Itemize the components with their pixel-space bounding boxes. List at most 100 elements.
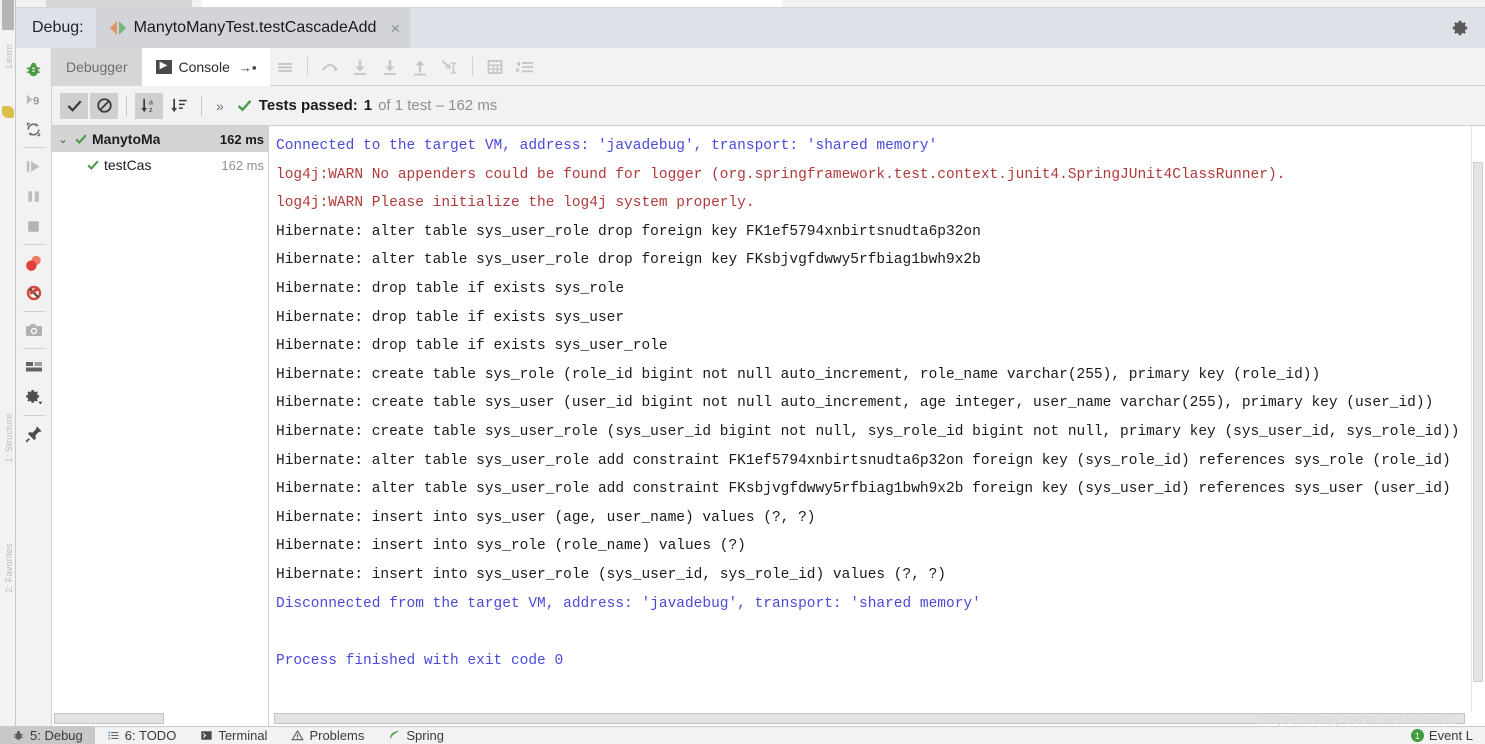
editor-tab-ghost-1	[46, 0, 192, 7]
test-tree-row-suite[interactable]: ⌄ ManytoMa 162 ms	[52, 126, 268, 152]
console-line: Hibernate: insert into sys_user (age, us…	[276, 509, 816, 526]
sort-alphabetically-icon[interactable]: a z	[135, 92, 163, 119]
debug-content-tabs: Debugger ▶ Console →▪	[52, 48, 1485, 86]
console-output-panel[interactable]: Connected to the target VM, address: 'ja…	[270, 126, 1485, 726]
test-tree[interactable]: ⌄ ManytoMa 162 ms testCas 162 ms	[52, 126, 269, 726]
status-bar-label-spring: Spring	[406, 728, 444, 743]
console-icon: ▶	[155, 60, 172, 74]
test-suite-duration: 162 ms	[219, 131, 264, 147]
editor-tabs-remnant	[16, 0, 1485, 8]
step-into-icon[interactable]	[345, 48, 375, 85]
run-tab-title: ManytoManyTest.testCascadeAdd	[133, 19, 377, 36]
status-bar-item-todo[interactable]: 6: TODO	[95, 727, 189, 744]
status-bar-label-debug: 5: Debug	[30, 728, 83, 743]
status-bar-label-todo: 6: TODO	[124, 728, 177, 743]
toolbar-divider	[126, 95, 127, 116]
mute-breakpoints-icon[interactable]	[20, 278, 48, 308]
status-bar-item-debug[interactable]: 5: Debug	[0, 726, 95, 744]
console-vertical-scrollbar[interactable]	[1471, 126, 1485, 712]
status-bar-label-terminal: Terminal	[218, 728, 268, 743]
rail-divider	[22, 415, 45, 416]
console-line: Hibernate: alter table sys_user_role dro…	[276, 223, 981, 240]
console-line: Connected to the target VM, address: 'ja…	[276, 138, 938, 154]
left-strip-tab-learn[interactable]: Learn	[1, 21, 15, 91]
run-to-cursor-icon[interactable]	[435, 48, 465, 85]
status-bar-item-problems[interactable]: Problems	[279, 727, 376, 744]
test-case-duration: 162 ms	[221, 157, 264, 173]
test-results-toolbar: a z » Tests passed: 1 of 1 test – 162 ms	[52, 86, 1485, 126]
svg-text:z: z	[149, 106, 153, 114]
test-tree-row-case[interactable]: testCas 162 ms	[52, 152, 268, 178]
view-breakpoints-icon[interactable]	[20, 248, 48, 278]
pause-program-icon[interactable]	[20, 181, 48, 211]
console-line: log4j:WARN Please initialize the log4j s…	[276, 195, 755, 212]
warning-icon	[291, 729, 305, 741]
status-bar-item-spring[interactable]: Spring	[376, 727, 456, 744]
console-text-area[interactable]: Connected to the target VM, address: 'ja…	[270, 126, 1471, 712]
console-line: Hibernate: create table sys_user_role (s…	[276, 423, 1460, 440]
close-icon[interactable]: ×	[390, 20, 400, 37]
hide-passed-icon[interactable]	[60, 92, 88, 119]
maven-icon[interactable]	[2, 106, 14, 118]
camera-icon[interactable]	[20, 315, 48, 345]
editor-tab-ghost-2	[202, 0, 782, 7]
status-bar-label-problems: Problems	[309, 728, 365, 743]
rail-divider	[22, 348, 45, 349]
left-strip-tab-structure[interactable]: 1: Structure	[1, 403, 15, 473]
status-bar-item-event-log[interactable]: 1 Event L	[1399, 727, 1485, 744]
test-passed-check-icon	[86, 158, 104, 172]
console-line: Hibernate: create table sys_role (role_i…	[276, 366, 1321, 383]
run-configuration-tab[interactable]: ManytoManyTest.testCascadeAdd ×	[95, 8, 411, 48]
toolbar-divider	[201, 95, 202, 116]
settings-gear-icon[interactable]	[20, 382, 48, 412]
tab-console[interactable]: ▶ Console →▪	[141, 48, 271, 86]
rerun-icon[interactable]	[20, 114, 48, 144]
show-arguments-icon[interactable]	[510, 48, 540, 85]
step-over-icon[interactable]	[315, 48, 345, 85]
pin-icon[interactable]	[20, 419, 48, 449]
pin-tab-icon[interactable]: →▪	[239, 60, 257, 75]
gear-icon[interactable]	[1451, 19, 1469, 37]
resume-program-icon[interactable]	[20, 151, 48, 181]
force-step-into-icon[interactable]	[375, 48, 405, 85]
idea-debug-window: Learn 1: Structure 2: Favorites Debug: M…	[0, 0, 1485, 744]
evaluate-expression-icon[interactable]	[480, 48, 510, 85]
chevron-down-icon[interactable]: ⌄	[52, 133, 74, 146]
sort-duration-icon[interactable]	[165, 93, 193, 119]
tests-passed-label: Tests passed:	[258, 97, 358, 114]
tab-debugger-label: Debugger	[66, 59, 128, 75]
stop-icon[interactable]	[20, 211, 48, 241]
left-strip-tab-favorites[interactable]: 2: Favorites	[1, 533, 15, 603]
left-tool-strip: Learn 1: Structure 2: Favorites	[0, 0, 16, 744]
toolbar-overflow-button[interactable]: »	[210, 98, 230, 114]
test-passed-check-icon	[237, 100, 252, 112]
console-line: Disconnected from the target VM, address…	[276, 595, 981, 612]
toolbar-divider	[307, 57, 309, 76]
console-line: Process finished with exit code 0	[276, 652, 564, 669]
console-line: Hibernate: drop table if exists sys_user	[276, 309, 625, 326]
toolbar-divider	[472, 57, 474, 76]
test-tree-horizontal-scrollbar[interactable]	[54, 713, 164, 724]
status-bar-label-event-log: Event L	[1428, 728, 1473, 743]
console-line: Hibernate: insert into sys_user_role (sy…	[276, 566, 947, 583]
console-line: Hibernate: drop table if exists sys_user…	[276, 338, 668, 355]
spring-icon	[390, 730, 400, 740]
tab-debugger[interactable]: Debugger	[52, 48, 142, 86]
test-suite-name: ManytoMa	[92, 131, 161, 147]
console-horizontal-scroll-thumb[interactable]	[274, 713, 1465, 724]
terminal-icon	[201, 731, 213, 740]
step-out-icon[interactable]	[405, 48, 435, 85]
ignore-tests-icon[interactable]	[90, 92, 118, 119]
tests-passed-count: 1	[363, 97, 373, 114]
show-execution-point-icon[interactable]	[270, 48, 300, 85]
layout-icon[interactable]	[20, 352, 48, 382]
status-bar-item-terminal[interactable]: Terminal	[188, 727, 279, 744]
run-with-coverage-icon	[109, 20, 126, 36]
resume-step-icon[interactable]: 9	[20, 84, 48, 114]
console-line: Hibernate: drop table if exists sys_role	[276, 280, 625, 297]
test-status-line: Tests passed: 1 of 1 test – 162 ms	[236, 97, 497, 114]
console-horizontal-scrollbar[interactable]	[270, 712, 1471, 726]
console-line: log4j:WARN No appenders could be found f…	[276, 166, 1286, 183]
console-vertical-scroll-thumb[interactable]	[1473, 162, 1483, 682]
debug-bug-icon[interactable]	[20, 54, 48, 84]
